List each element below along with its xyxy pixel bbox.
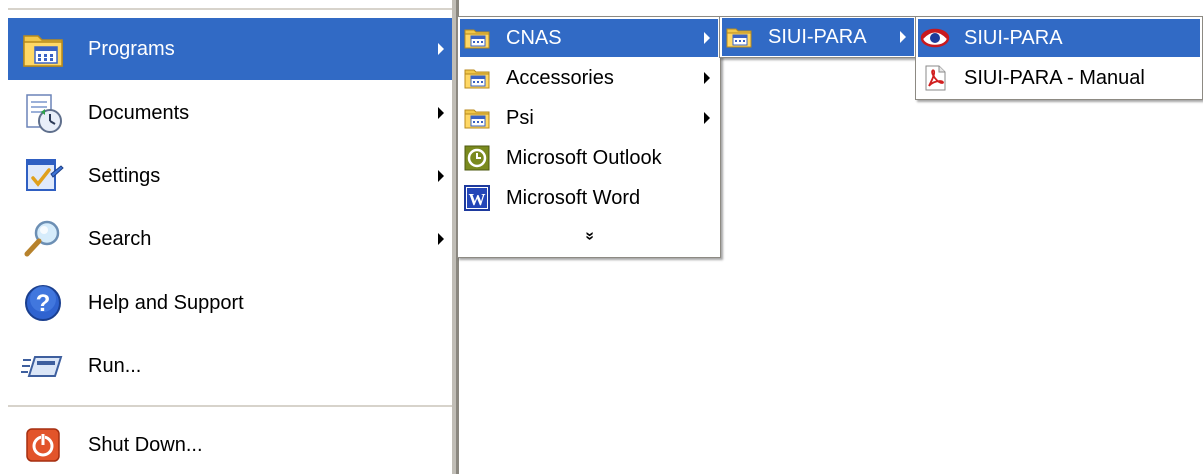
siui-app-icon [920, 23, 950, 53]
expand-menu-chevron-icon[interactable]: » [458, 223, 720, 249]
menu-item-label: Psi [506, 106, 534, 129]
menu-item-help-and-support[interactable]: ? Help and Support [8, 272, 452, 334]
submenu-arrow-icon [900, 31, 906, 43]
start-menu: Programs Documents Settings Search ? Hel… [0, 0, 459, 474]
help-icon: ? [18, 278, 68, 328]
menu-item-siui-para-folder[interactable]: SIUI-PARA [722, 18, 914, 56]
word-icon: W [462, 183, 492, 213]
programs-folder-icon [462, 103, 492, 133]
submenu-arrow-icon [704, 72, 710, 84]
menu-item-microsoft-word[interactable]: W Microsoft Word [460, 179, 718, 217]
search-icon [18, 214, 68, 264]
programs-folder-icon [18, 24, 68, 74]
menu-item-siui-para-app[interactable]: SIUI-PARA [918, 19, 1200, 57]
submenu-arrow-icon [704, 32, 710, 44]
programs-folder-icon [462, 63, 492, 93]
menu-item-label: CNAS [506, 26, 562, 49]
menu-item-label: Shut Down... [88, 433, 203, 456]
shut-down-button[interactable]: Shut Down... [8, 416, 452, 474]
programs-submenu: CNAS Accessories Psi Microsoft Outlook W… [457, 16, 721, 258]
menu-separator [8, 405, 452, 407]
documents-icon [18, 88, 68, 138]
menu-item-programs[interactable]: Programs [8, 18, 452, 80]
menu-item-search[interactable]: Search [8, 208, 452, 270]
menu-item-siui-para-manual[interactable]: SIUI-PARA - Manual [918, 59, 1200, 97]
submenu-arrow-icon [438, 233, 444, 245]
shutdown-icon [18, 420, 68, 470]
menu-item-label: Run... [88, 354, 142, 377]
programs-folder-icon [462, 23, 492, 53]
submenu-arrow-icon [438, 170, 444, 182]
menu-item-label: Documents [88, 101, 190, 124]
expand-glyph: » [581, 231, 598, 241]
menu-item-label: SIUI-PARA - Manual [964, 66, 1145, 89]
siui-para-submenu: SIUI-PARA SIUI-PARA - Manual [915, 16, 1203, 100]
menu-item-run[interactable]: Run... [8, 335, 452, 397]
programs-folder-icon [724, 22, 754, 52]
menu-item-label: Help and Support [88, 291, 244, 314]
cnas-submenu: SIUI-PARA [719, 16, 917, 58]
menu-item-psi[interactable]: Psi [460, 99, 718, 137]
submenu-arrow-icon [438, 43, 444, 55]
settings-icon [18, 151, 68, 201]
submenu-arrow-icon [704, 112, 710, 124]
menu-item-cnas[interactable]: CNAS [460, 19, 718, 57]
svg-text:W: W [469, 190, 486, 209]
menu-item-label: Microsoft Outlook [506, 146, 662, 169]
pdf-icon [920, 63, 950, 93]
menu-item-label: Accessories [506, 66, 614, 89]
svg-text:?: ? [36, 290, 51, 317]
menu-item-documents[interactable]: Documents [8, 82, 452, 144]
menu-item-accessories[interactable]: Accessories [460, 59, 718, 97]
menu-item-label: Microsoft Word [506, 186, 641, 209]
run-icon [18, 341, 68, 391]
menu-item-label: SIUI-PARA [768, 25, 867, 48]
outlook-icon [462, 143, 492, 173]
submenu-arrow-icon [438, 107, 444, 119]
menu-item-microsoft-outlook[interactable]: Microsoft Outlook [460, 139, 718, 177]
menu-item-label: SIUI-PARA [964, 26, 1063, 49]
menu-item-label: Settings [88, 164, 161, 187]
menu-item-label: Search [88, 227, 152, 250]
menu-item-label: Programs [88, 37, 175, 60]
top-separator [8, 8, 452, 10]
menu-item-settings[interactable]: Settings [8, 145, 452, 207]
